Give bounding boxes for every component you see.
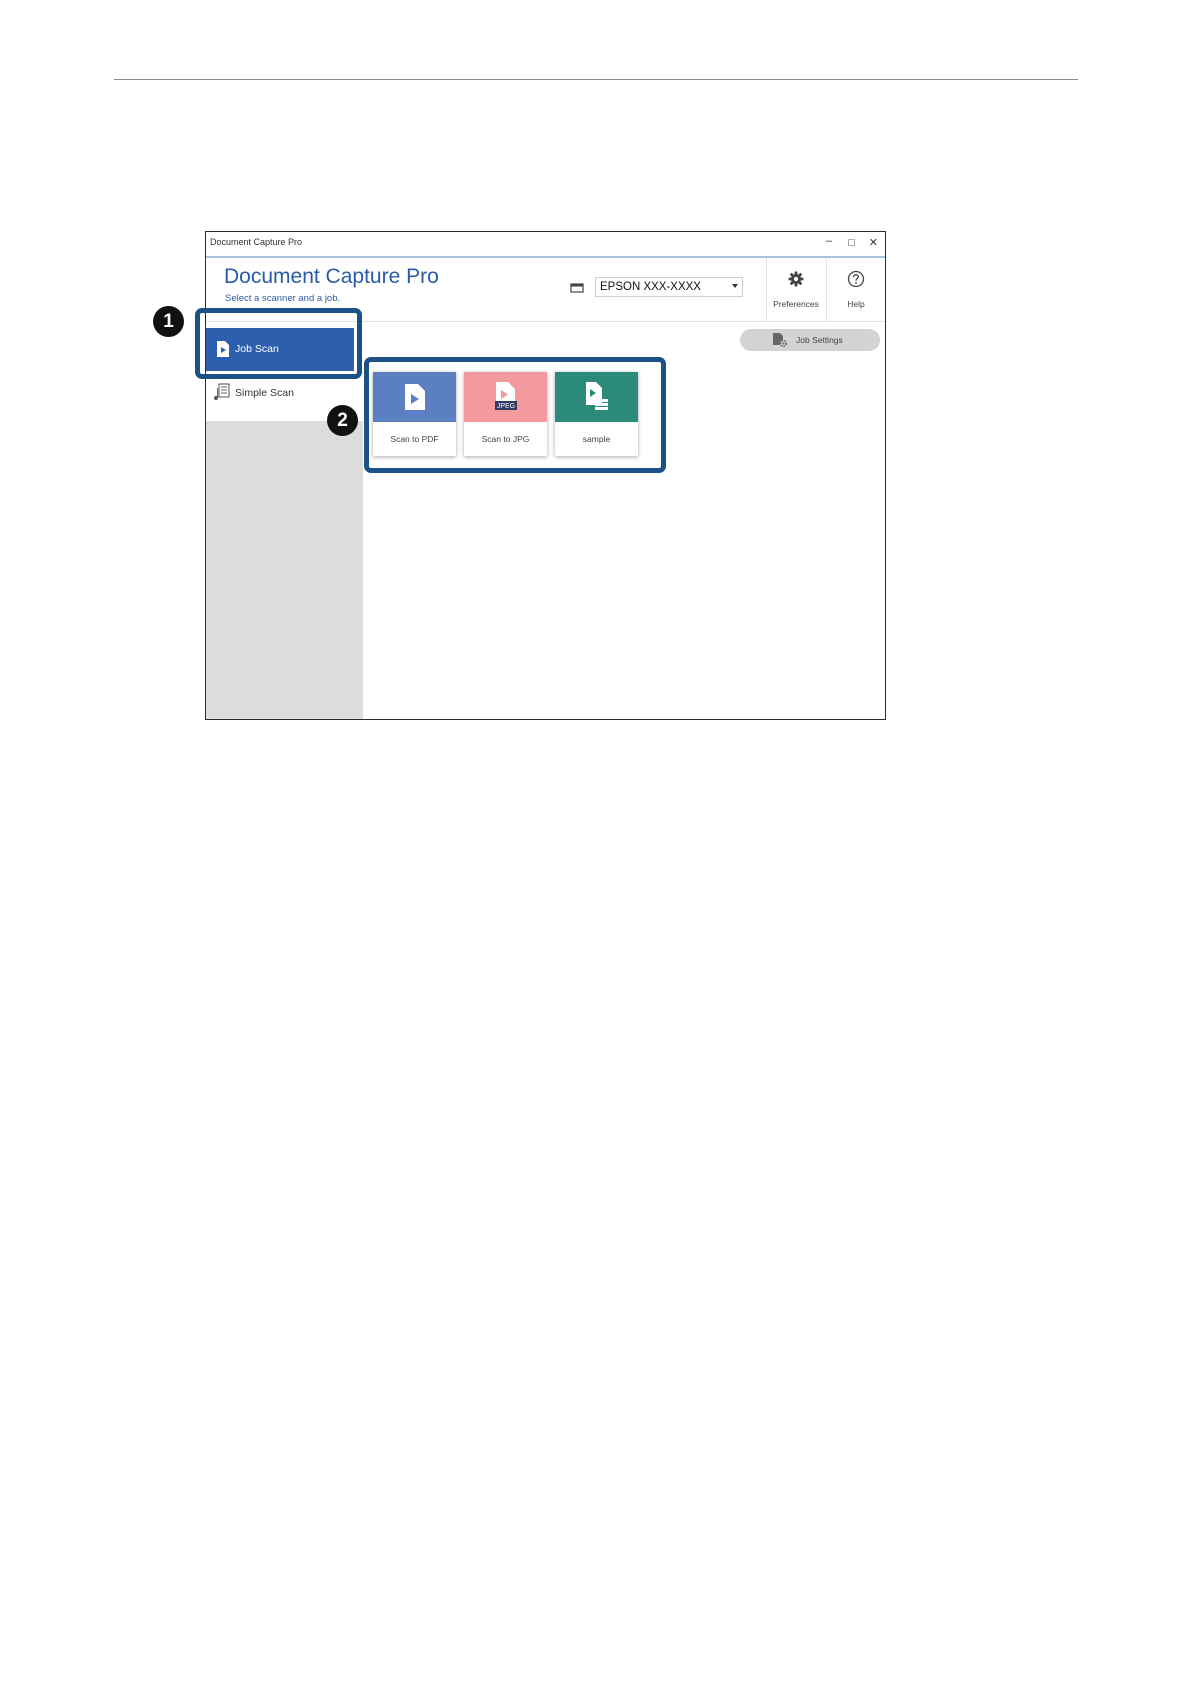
scanner-select-value: EPSON XXX-XXXX bbox=[600, 281, 701, 293]
help-icon bbox=[847, 270, 865, 288]
pdf-document-icon bbox=[404, 384, 425, 410]
job-settings-button[interactable]: Job Settings bbox=[740, 329, 880, 351]
page-top-rule bbox=[114, 79, 1078, 80]
sidebar-item-label: Simple Scan bbox=[235, 387, 294, 399]
scanner-icon bbox=[570, 283, 584, 293]
maximize-button[interactable]: □ bbox=[848, 237, 855, 249]
scanner-select[interactable]: EPSON XXX-XXXX bbox=[595, 277, 743, 297]
simple-scan-icon bbox=[214, 383, 230, 400]
job-tile-label: Scan to JPG bbox=[481, 434, 530, 444]
sidebar-item-label: Job Scan bbox=[235, 343, 279, 355]
minimize-button[interactable]: – bbox=[826, 235, 832, 247]
callout-number-1: 1 bbox=[153, 306, 184, 337]
title-bar: Document Capture Pro – □ ✕ bbox=[206, 232, 885, 258]
gear-icon bbox=[788, 271, 804, 287]
window-title: Document Capture Pro bbox=[210, 237, 303, 247]
job-tile-header: JPEG bbox=[464, 372, 547, 422]
document-stack-icon bbox=[585, 382, 608, 410]
job-tile-label: Scan to PDF bbox=[390, 434, 439, 444]
job-tile-scan-to-jpg[interactable]: JPEG Scan to JPG bbox=[464, 372, 547, 456]
preferences-button[interactable]: Preferences bbox=[767, 258, 825, 321]
job-scan-icon bbox=[217, 341, 229, 357]
jpeg-badge: JPEG bbox=[496, 403, 514, 410]
preferences-label: Preferences bbox=[773, 299, 819, 309]
chevron-down-icon bbox=[732, 284, 738, 288]
job-tile-scan-to-pdf[interactable]: Scan to PDF bbox=[373, 372, 456, 456]
job-settings-icon bbox=[773, 333, 788, 348]
jpeg-document-icon: JPEG bbox=[494, 382, 517, 410]
close-button[interactable]: ✕ bbox=[869, 237, 878, 249]
help-button[interactable]: Help bbox=[827, 258, 885, 321]
sidebar: Job Scan Simple Scan bbox=[206, 322, 363, 719]
sidebar-item-job-scan[interactable]: Job Scan bbox=[206, 328, 354, 371]
job-settings-label: Job Settings bbox=[796, 335, 843, 345]
help-label: Help bbox=[847, 299, 865, 309]
app-window: Document Capture Pro – □ ✕ Document Capt… bbox=[205, 231, 886, 720]
job-tile-header bbox=[373, 372, 456, 422]
main-panel: Job Settings Scan to PDF JPEG Scan to JP… bbox=[363, 322, 885, 719]
job-tile-sample[interactable]: sample bbox=[555, 372, 638, 456]
app-header: Document Capture Pro Select a scanner an… bbox=[206, 258, 885, 322]
job-tile-label: sample bbox=[582, 434, 611, 444]
app-title: Document Capture Pro bbox=[224, 265, 439, 288]
sidebar-item-simple-scan[interactable]: Simple Scan bbox=[206, 378, 363, 408]
callout-number-2: 2 bbox=[327, 405, 358, 436]
app-subtitle: Select a scanner and a job. bbox=[225, 293, 341, 304]
job-tile-header bbox=[555, 372, 638, 422]
